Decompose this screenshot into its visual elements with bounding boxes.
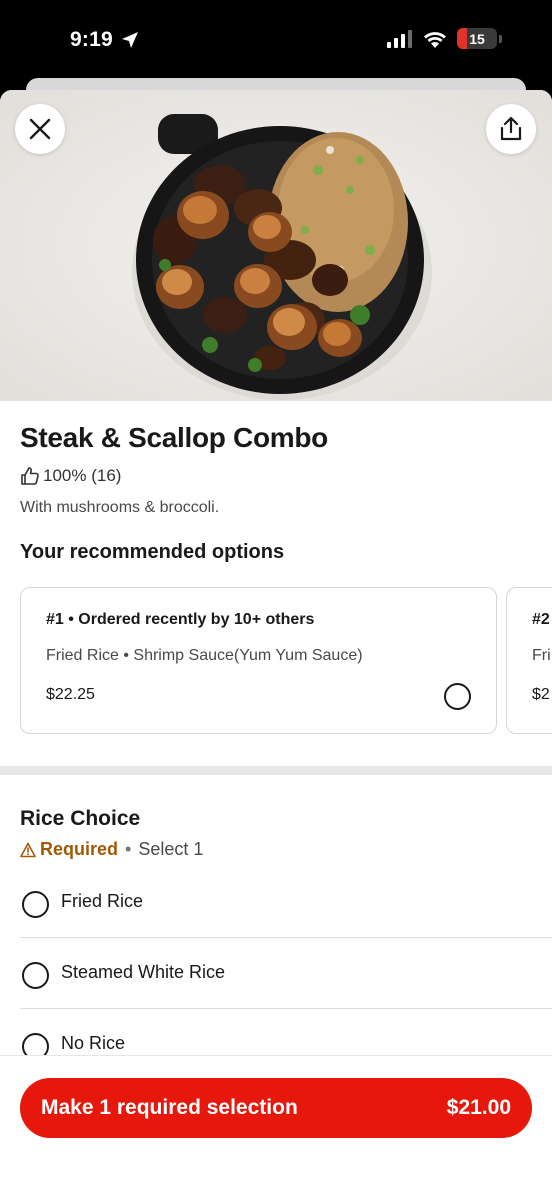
thumbs-up-icon — [21, 467, 39, 485]
radio-button[interactable] — [22, 891, 49, 918]
recommended-option-card[interactable]: #2 Fri $2 — [506, 587, 552, 734]
required-indicator: Required • Select 1 — [20, 839, 203, 860]
cellular-signal-icon — [387, 29, 412, 48]
rice-choice-title: Rice Choice — [20, 807, 141, 830]
status-bar: 9:19 15 — [0, 0, 552, 80]
option-price: $2 — [532, 686, 550, 703]
option-label: Fried Rice — [61, 891, 144, 911]
cta-price: $21.00 — [446, 1096, 511, 1119]
required-label: Required — [40, 839, 119, 859]
option-items: Fried Rice • Shrimp Sauce(Yum Yum Sauce) — [46, 647, 363, 664]
share-button[interactable] — [486, 104, 536, 154]
item-photo — [0, 90, 552, 401]
rating-text: 100% (16) — [43, 466, 122, 485]
food-bowl-image — [0, 90, 552, 401]
separator-dot: • — [125, 839, 132, 859]
item-rating: 100% (16) — [20, 466, 121, 486]
item-description: With mushrooms & broccoli. — [20, 499, 220, 516]
close-button[interactable] — [15, 104, 65, 154]
recommended-options-title: Your recommended options — [20, 541, 285, 563]
wifi-icon — [424, 31, 446, 48]
option-heading: #1 • Ordered recently by 10+ others — [46, 611, 315, 628]
battery-percent: 15 — [469, 30, 485, 47]
battery-nub — [499, 34, 502, 43]
battery-indicator: 15 — [457, 28, 497, 49]
close-icon — [29, 118, 51, 140]
option-items: Fri — [532, 647, 551, 664]
recommended-option-card[interactable]: #1 • Ordered recently by 10+ others Frie… — [20, 587, 497, 734]
option-price: $22.25 — [46, 686, 95, 703]
section-divider — [0, 766, 552, 775]
option-label: Steamed White Rice — [61, 962, 226, 982]
rice-option-steamed-white-rice[interactable]: Steamed White Rice — [20, 938, 552, 1009]
item-title: Steak & Scallop Combo — [20, 422, 328, 453]
warning-icon — [20, 842, 36, 857]
footer-bar: Make 1 required selection $21.00 — [0, 1055, 552, 1200]
status-time: 9:19 — [70, 28, 113, 51]
location-arrow-icon — [122, 32, 138, 48]
rice-option-fried-rice[interactable]: Fried Rice — [20, 867, 552, 938]
option-heading: #2 — [532, 611, 550, 628]
cta-label: Make 1 required selection — [41, 1096, 298, 1119]
radio-button[interactable] — [22, 962, 49, 989]
add-to-cart-button[interactable]: Make 1 required selection $21.00 — [20, 1078, 532, 1138]
option-label: No Rice — [61, 1033, 126, 1053]
share-icon — [500, 116, 522, 141]
status-indicators: 15 — [387, 28, 502, 49]
item-detail-sheet: Steak & Scallop Combo 100% (16) With mus… — [0, 90, 552, 1200]
option-radio[interactable] — [444, 683, 471, 710]
select-count: Select 1 — [138, 839, 204, 859]
